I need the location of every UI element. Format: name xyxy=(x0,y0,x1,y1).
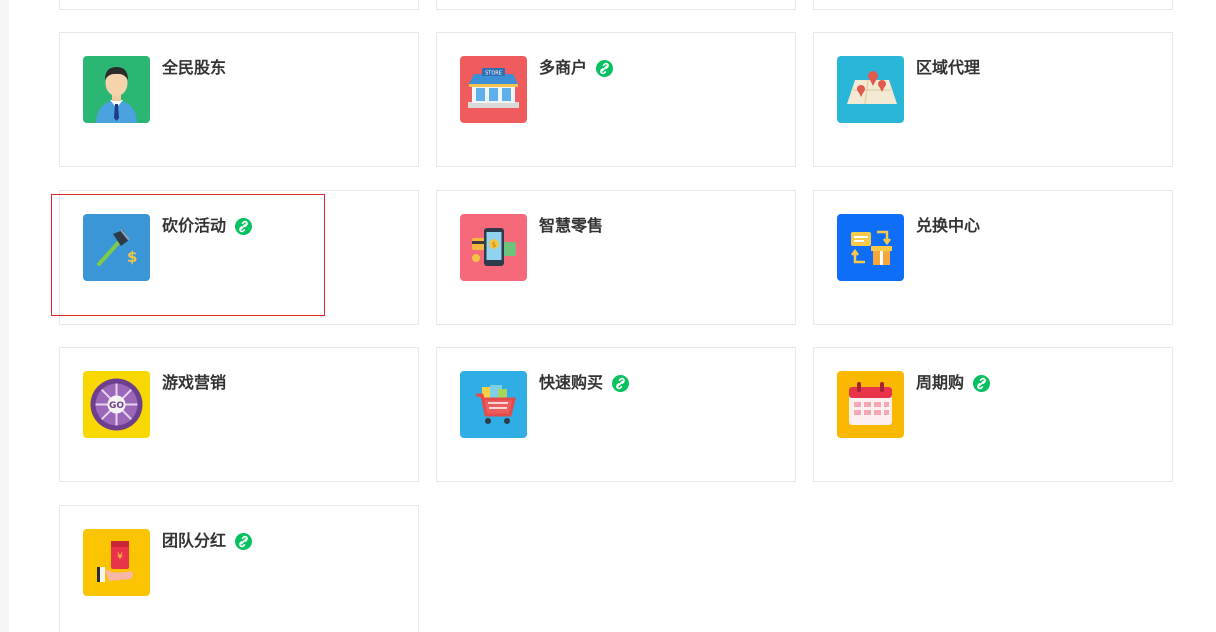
plugin-card-game-marketing[interactable]: GO 游戏营销 xyxy=(59,347,419,482)
red-envelope-icon: ¥ xyxy=(83,529,150,596)
plugin-card-exchange-center[interactable]: 兑换中心 xyxy=(813,190,1173,325)
mini-program-link-icon xyxy=(235,532,253,550)
plugin-title: 智慧零售 xyxy=(539,216,604,235)
plugin-title: 多商户 xyxy=(539,57,614,79)
plugin-card-smart-retail[interactable]: $ 智慧零售 xyxy=(436,190,796,325)
plugin-title: 兑换中心 xyxy=(916,216,981,235)
plugin-title: 周期购 xyxy=(916,372,991,394)
axe-icon: $ xyxy=(83,214,150,281)
svg-text:STORE: STORE xyxy=(485,71,502,77)
plugin-card-shareholder[interactable]: 全民股东 xyxy=(59,32,419,167)
plugin-card-partial[interactable] xyxy=(436,0,796,10)
mini-program-link-icon xyxy=(235,217,253,235)
plugin-card-subscription[interactable]: 周期购 xyxy=(813,347,1173,482)
exchange-gift-icon xyxy=(837,214,904,281)
plugin-title: 游戏营销 xyxy=(162,373,227,392)
svg-text:$: $ xyxy=(492,241,496,249)
plugin-title: 全民股东 xyxy=(162,58,227,77)
svg-text:¥: ¥ xyxy=(117,552,123,562)
mini-program-link-icon xyxy=(612,374,630,392)
plugin-card-regional-agent[interactable]: 区域代理 xyxy=(813,32,1173,167)
mini-program-link-icon xyxy=(596,59,614,77)
plugin-card-partial[interactable] xyxy=(59,0,419,10)
plugin-card-bargain[interactable]: $ 砍价活动 xyxy=(59,190,419,325)
map-pins-icon xyxy=(837,56,904,123)
mini-program-link-icon xyxy=(973,374,991,392)
plugin-card-quick-buy[interactable]: 快速购买 xyxy=(436,347,796,482)
plugin-title: 快速购买 xyxy=(539,372,630,394)
smart-retail-phone-icon: $ xyxy=(460,214,527,281)
svg-text:GO: GO xyxy=(109,401,124,411)
shareholder-person-icon xyxy=(83,56,150,123)
plugin-card-multi-merchant[interactable]: STORE 多商户 xyxy=(436,32,796,167)
store-icon: STORE xyxy=(460,56,527,123)
roulette-wheel-icon: GO xyxy=(83,371,150,438)
plugin-card-team-dividend[interactable]: ¥ 团队分红 xyxy=(59,505,419,632)
plugin-card-partial[interactable] xyxy=(813,0,1173,10)
plugin-title: 区域代理 xyxy=(916,58,981,77)
calendar-icon xyxy=(837,371,904,438)
shopping-cart-icon xyxy=(460,371,527,438)
plugin-title: 团队分红 xyxy=(162,530,253,552)
plugin-title: 砍价活动 xyxy=(162,215,253,237)
svg-text:$: $ xyxy=(127,248,137,266)
page-left-gutter xyxy=(0,0,9,632)
